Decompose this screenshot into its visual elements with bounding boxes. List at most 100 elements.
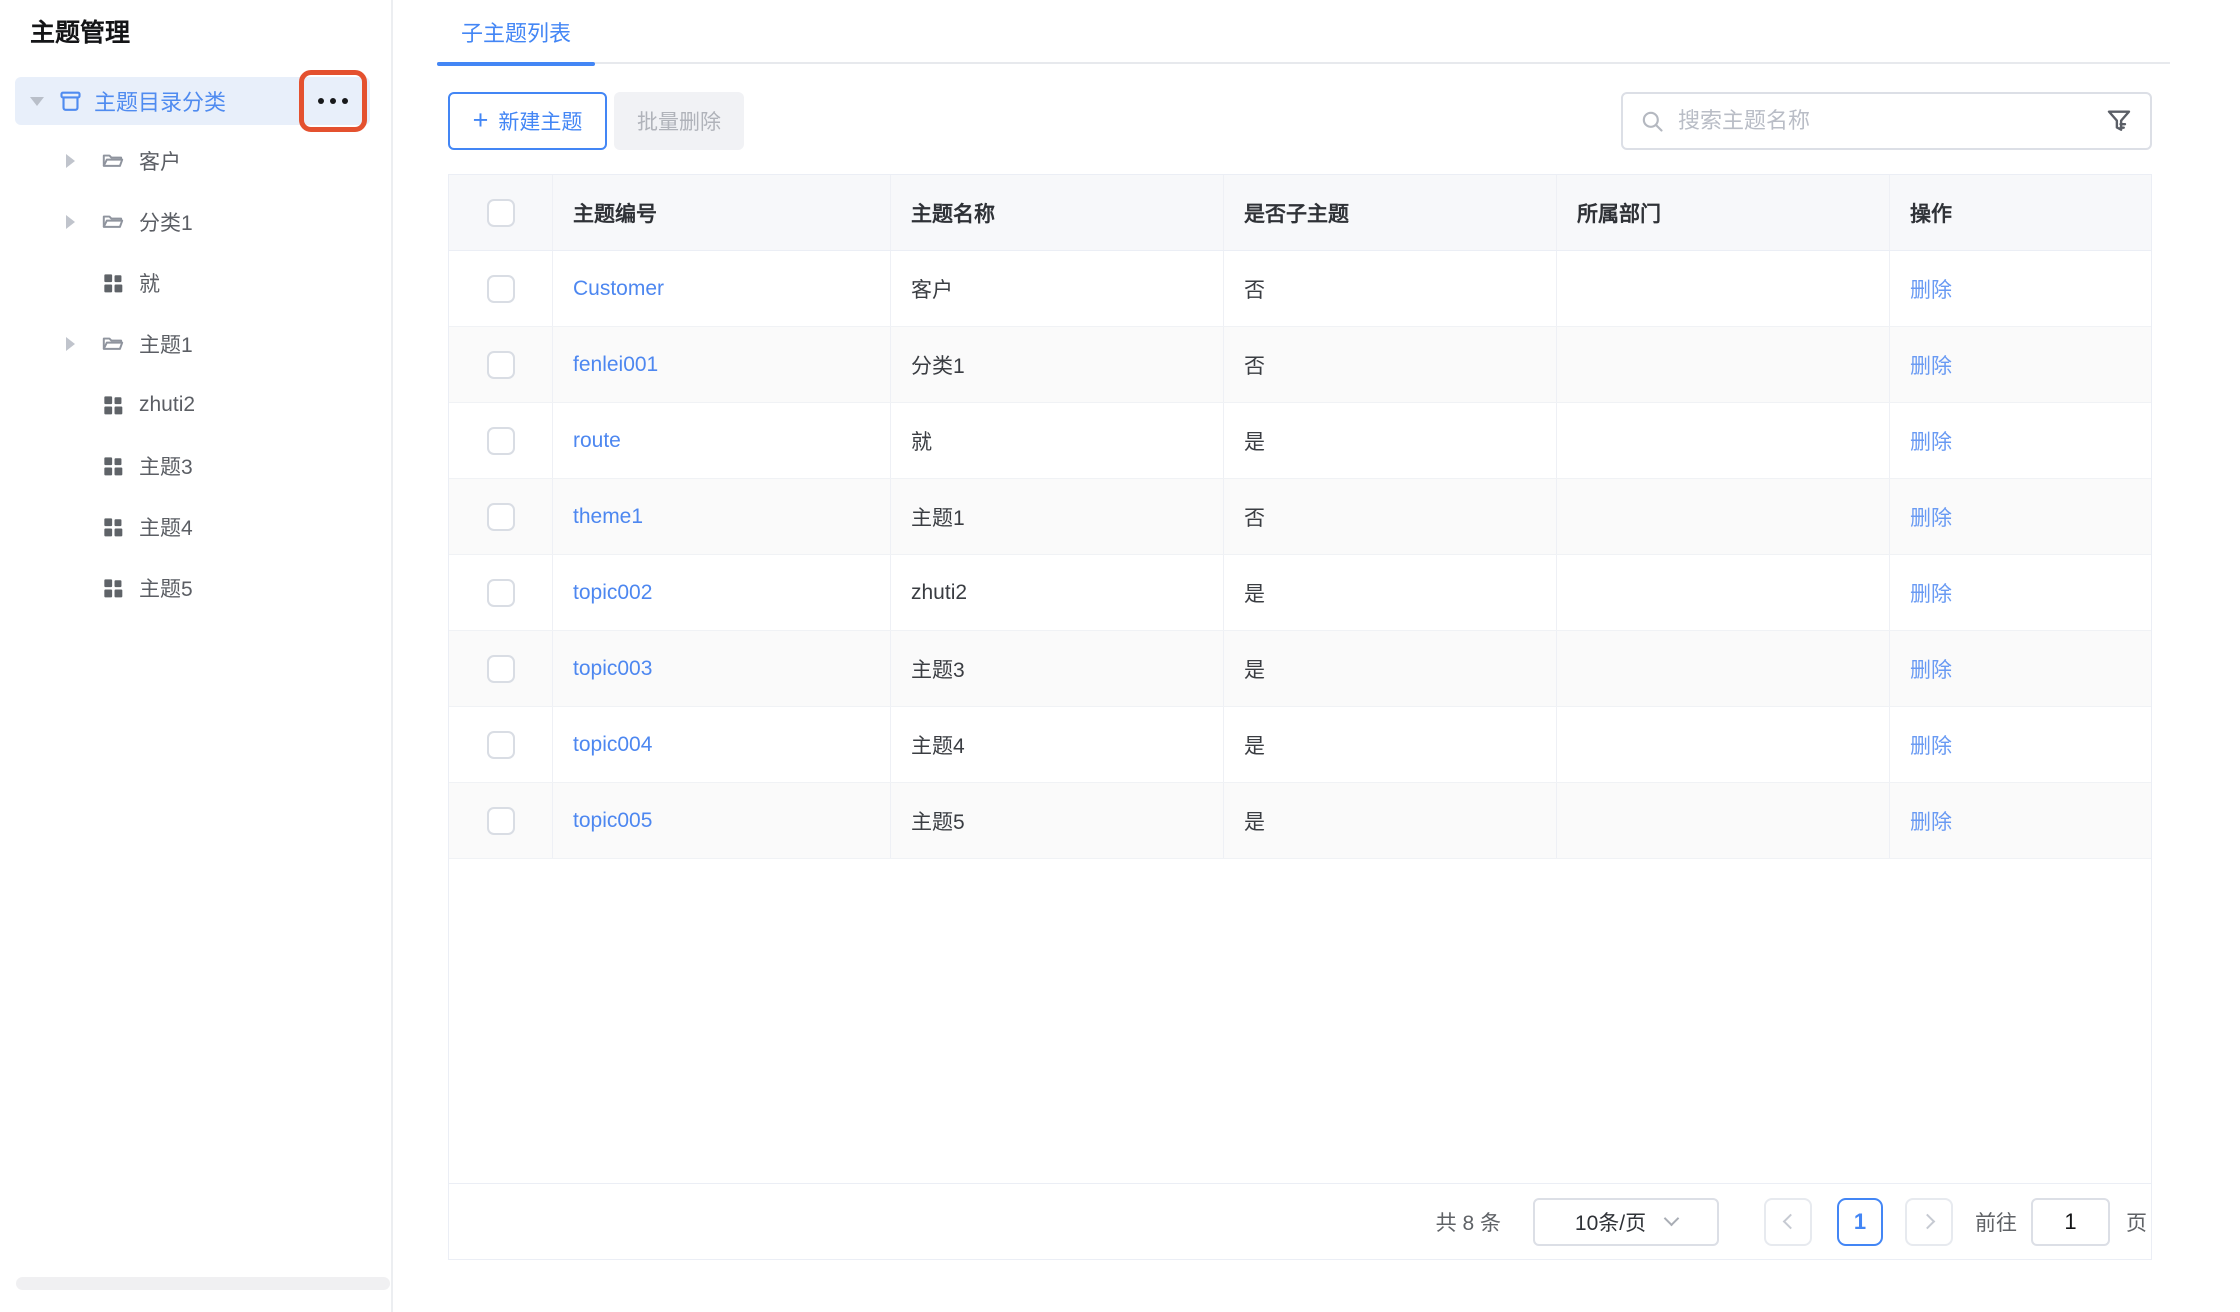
delete-link[interactable]: 删除 bbox=[1910, 274, 1952, 304]
tree-root-item[interactable]: 主题目录分类 bbox=[15, 77, 370, 125]
row-checkbox[interactable] bbox=[487, 503, 515, 531]
topic-name-cell: 分类1 bbox=[891, 327, 1224, 402]
horizontal-scrollbar[interactable] bbox=[16, 1277, 390, 1290]
tree-item[interactable]: zhuti2 bbox=[0, 377, 391, 433]
header-checkbox-cell bbox=[449, 175, 553, 250]
topic-code-cell: topic004 bbox=[553, 707, 891, 782]
topic-name-cell: zhuti2 bbox=[891, 555, 1224, 630]
department-cell bbox=[1557, 251, 1890, 326]
delete-link[interactable]: 删除 bbox=[1910, 502, 1952, 532]
tree-item[interactable]: 分类1 bbox=[0, 194, 391, 250]
caret-right-icon[interactable] bbox=[66, 215, 100, 229]
dot-icon bbox=[318, 98, 324, 104]
topic-name-cell: 主题4 bbox=[891, 707, 1224, 782]
delete-link[interactable]: 删除 bbox=[1910, 806, 1952, 836]
folder-icon bbox=[100, 148, 126, 174]
search-input[interactable] bbox=[1678, 108, 2104, 134]
table-row: topic002 zhuti2是 删除 bbox=[449, 555, 2151, 631]
pagination-bar: 共 8 条 10条/页 1 前往 页 bbox=[449, 1183, 2151, 1259]
table-empty-space bbox=[449, 859, 2151, 1183]
folder-icon bbox=[100, 331, 126, 357]
topic-code-cell: fenlei001 bbox=[553, 327, 891, 402]
topic-code-link[interactable]: topic004 bbox=[573, 733, 652, 757]
tree-item-label: 主题4 bbox=[139, 512, 193, 542]
row-checkbox[interactable] bbox=[487, 807, 515, 835]
goto-label: 前往 bbox=[1975, 1207, 2017, 1237]
table-row: topic005主题5是删除 bbox=[449, 783, 2151, 859]
is-sub-topic-cell: 是 bbox=[1224, 403, 1557, 478]
row-checkbox-cell bbox=[449, 403, 553, 478]
table-row: theme1主题1否删除 bbox=[449, 479, 2151, 555]
caret-down-icon[interactable] bbox=[30, 97, 44, 106]
delete-link[interactable]: 删除 bbox=[1910, 654, 1952, 684]
page-size-select[interactable]: 10条/页 bbox=[1533, 1198, 1719, 1246]
delete-link[interactable]: 删除 bbox=[1910, 578, 1952, 608]
department-cell bbox=[1557, 631, 1890, 706]
tree-item[interactable]: 主题3 bbox=[0, 438, 391, 494]
row-checkbox[interactable] bbox=[487, 427, 515, 455]
batch-delete-button[interactable]: 批量删除 bbox=[614, 92, 744, 150]
main-panel: 子主题列表 + 新建主题 批量删除 主题编号 主题名称 是否子主题 所属部门 操… bbox=[395, 0, 2240, 1312]
actions-cell: 删除 bbox=[1890, 783, 2151, 858]
search-box bbox=[1621, 92, 2152, 150]
delete-link[interactable]: 删除 bbox=[1910, 350, 1952, 380]
tab-sub-topic-list[interactable]: 子主题列表 bbox=[437, 0, 595, 64]
table-row: route 就是 删除 bbox=[449, 403, 2151, 479]
tree-item-label: 客户 bbox=[139, 146, 181, 176]
topic-code-link[interactable]: topic003 bbox=[573, 657, 652, 681]
row-checkbox[interactable] bbox=[487, 655, 515, 683]
grid-icon bbox=[100, 453, 126, 479]
grid-icon bbox=[100, 270, 126, 296]
is-sub-topic-cell: 是 bbox=[1224, 707, 1557, 782]
topic-code-link[interactable]: theme1 bbox=[573, 505, 643, 529]
new-topic-button[interactable]: + 新建主题 bbox=[448, 92, 607, 150]
caret-right-icon[interactable] bbox=[66, 337, 100, 351]
topic-code-link[interactable]: topic005 bbox=[573, 809, 652, 833]
delete-link[interactable]: 删除 bbox=[1910, 730, 1952, 760]
table-row: topic003主题3是删除 bbox=[449, 631, 2151, 707]
row-checkbox[interactable] bbox=[487, 275, 515, 303]
filter-icon[interactable] bbox=[2104, 106, 2134, 136]
row-checkbox-cell bbox=[449, 631, 553, 706]
is-sub-topic-cell: 否 bbox=[1224, 479, 1557, 554]
topic-code-link[interactable]: fenlei001 bbox=[573, 353, 658, 377]
caret-right-icon[interactable] bbox=[66, 154, 100, 168]
tree-item[interactable]: 主题4 bbox=[0, 499, 391, 555]
page-number-button[interactable]: 1 bbox=[1837, 1198, 1883, 1246]
topic-code-link[interactable]: route bbox=[573, 429, 621, 453]
prev-page-button[interactable] bbox=[1764, 1198, 1812, 1246]
tree-item[interactable]: 主题1 bbox=[0, 316, 391, 372]
tree-item[interactable]: 主题5 bbox=[0, 560, 391, 616]
total-count: 共 8 条 bbox=[1436, 1207, 1501, 1237]
topic-name-cell: 就 bbox=[891, 403, 1224, 478]
page-size-value: 10条/页 bbox=[1575, 1207, 1646, 1237]
table-body: Customer客户否删除fenlei001分类1否删除route就是删除the… bbox=[449, 251, 2151, 859]
row-checkbox[interactable] bbox=[487, 351, 515, 379]
topics-table: 主题编号 主题名称 是否子主题 所属部门 操作 Customer客户否删除fen… bbox=[448, 174, 2152, 1260]
tree-item[interactable]: 就 bbox=[0, 255, 391, 311]
department-cell bbox=[1557, 783, 1890, 858]
goto-page-input[interactable] bbox=[2031, 1198, 2110, 1246]
row-checkbox[interactable] bbox=[487, 731, 515, 759]
is-sub-topic-cell: 是 bbox=[1224, 555, 1557, 630]
topic-tree: 客户分类1就主题1zhuti2主题3 主题4 主题5 bbox=[0, 133, 391, 621]
delete-link[interactable]: 删除 bbox=[1910, 426, 1952, 456]
row-checkbox-cell bbox=[449, 555, 553, 630]
topic-code-cell: theme1 bbox=[553, 479, 891, 554]
table-header-row: 主题编号 主题名称 是否子主题 所属部门 操作 bbox=[449, 175, 2151, 251]
topic-code-link[interactable]: Customer bbox=[573, 277, 664, 301]
topic-code-cell: Customer bbox=[553, 251, 891, 326]
actions-cell: 删除 bbox=[1890, 707, 2151, 782]
topic-code-link[interactable]: topic002 bbox=[573, 581, 652, 605]
dot-icon bbox=[342, 98, 348, 104]
next-page-button[interactable] bbox=[1905, 1198, 1953, 1246]
department-cell bbox=[1557, 707, 1890, 782]
tree-item[interactable]: 客户 bbox=[0, 133, 391, 189]
actions-cell: 删除 bbox=[1890, 403, 2151, 478]
actions-cell: 删除 bbox=[1890, 631, 2151, 706]
row-checkbox[interactable] bbox=[487, 579, 515, 607]
more-actions-button[interactable] bbox=[308, 80, 358, 122]
new-topic-label: 新建主题 bbox=[498, 106, 582, 136]
select-all-checkbox[interactable] bbox=[487, 199, 515, 227]
actions-cell: 删除 bbox=[1890, 251, 2151, 326]
